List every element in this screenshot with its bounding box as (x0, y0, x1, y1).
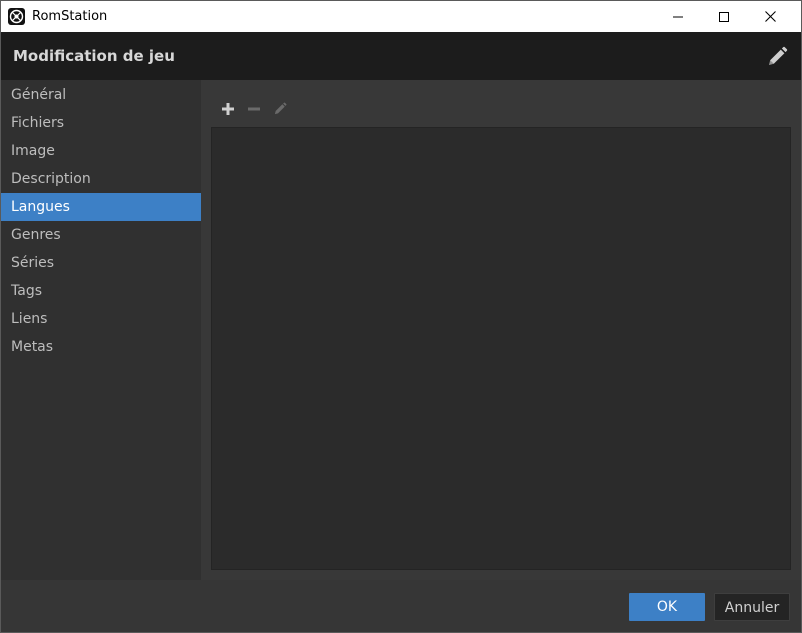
sidebar-item-liens[interactable]: Liens (1, 305, 201, 333)
sidebar-item-image[interactable]: Image (1, 137, 201, 165)
close-icon (764, 11, 776, 22)
sidebar-item-series[interactable]: Séries (1, 249, 201, 277)
sidebar-item-langues[interactable]: Langues (1, 193, 201, 221)
cancel-button[interactable]: Annuler (714, 593, 790, 621)
minimize-button[interactable] (655, 1, 701, 32)
dialog-footer: OK Annuler (1, 580, 801, 632)
plus-icon (222, 103, 234, 115)
title-bar[interactable]: RomStation (1, 1, 801, 32)
languages-list[interactable] (211, 127, 791, 570)
sidebar-item-genres[interactable]: Genres (1, 221, 201, 249)
minimize-icon (673, 16, 683, 17)
window-title: RomStation (32, 9, 108, 24)
sidebar-item-description[interactable]: Description (1, 165, 201, 193)
sidebar-nav: Général Fichiers Image Description Langu… (1, 80, 201, 580)
dialog-header: Modification de jeu (1, 32, 801, 80)
minus-icon (248, 107, 260, 111)
add-language-button[interactable] (219, 100, 237, 118)
remove-language-button[interactable] (245, 100, 263, 118)
maximize-icon (719, 11, 729, 22)
app-logo-icon (8, 8, 25, 25)
sidebar-item-fichiers[interactable]: Fichiers (1, 109, 201, 137)
close-button[interactable] (747, 1, 793, 32)
pencil-icon (274, 102, 287, 115)
pencil-icon[interactable] (766, 46, 788, 68)
sidebar-item-general[interactable]: Général (1, 81, 201, 109)
edit-language-button[interactable] (271, 100, 289, 118)
sidebar-item-metas[interactable]: Metas (1, 333, 201, 361)
page-title: Modification de jeu (13, 47, 175, 65)
app-window: RomStation Modification de jeu Général F… (0, 0, 802, 633)
maximize-button[interactable] (701, 1, 747, 32)
sidebar-item-tags[interactable]: Tags (1, 277, 201, 305)
languages-panel (201, 80, 801, 580)
ok-button[interactable]: OK (629, 593, 705, 621)
